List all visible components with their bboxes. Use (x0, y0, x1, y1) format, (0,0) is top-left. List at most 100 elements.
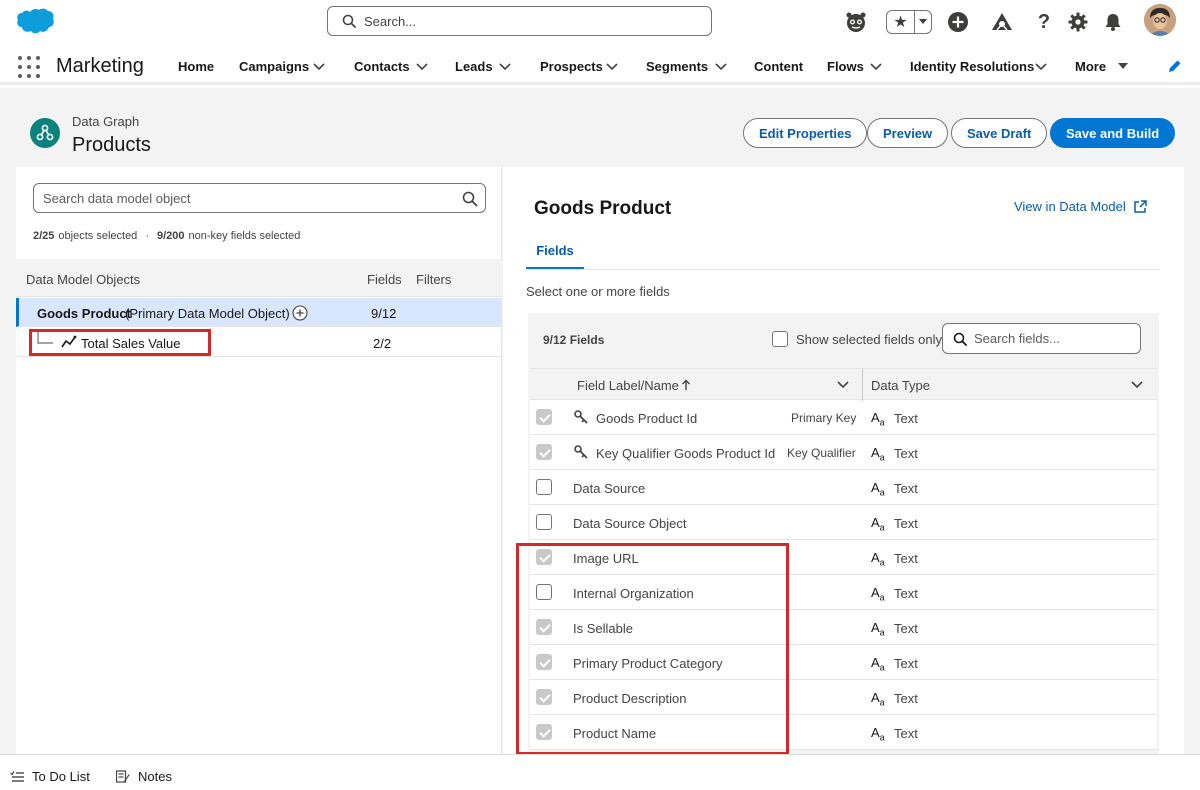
object-row-total-sales-value[interactable]: Total Sales Value 2/2 (16, 328, 502, 357)
sort-ascending-arrow-icon[interactable] (681, 379, 691, 391)
nav-item-contacts[interactable]: Contacts (354, 58, 410, 74)
field-row[interactable]: Primary Product Category Aa Text (530, 645, 1157, 680)
view-in-data-model-label: View in Data Model (1014, 199, 1126, 214)
field-type: Text (894, 621, 918, 636)
field-checkbox[interactable] (536, 549, 552, 565)
global-actions-plus-icon[interactable] (946, 10, 970, 34)
search-icon[interactable] (462, 191, 478, 207)
notes-utility[interactable]: Notes (116, 769, 172, 784)
col-data-type[interactable]: Data Type (871, 378, 930, 393)
salesforce-logo[interactable] (13, 7, 55, 37)
field-type: Text (894, 516, 918, 531)
save-and-build-button[interactable]: Save and Build (1050, 118, 1176, 148)
todo-list-utility[interactable]: To Do List (10, 769, 90, 784)
field-row[interactable]: Internal Organization Aa Text (530, 575, 1157, 610)
todo-list-icon (10, 770, 24, 782)
text-type-icon: Aa (871, 655, 885, 673)
nav-item-more[interactable]: More (1075, 58, 1106, 74)
text-type-icon: Aa (871, 410, 885, 428)
nav-item-segments[interactable]: Segments (646, 58, 708, 74)
app-launcher-icon[interactable] (18, 56, 40, 78)
nav-item-home[interactable]: Home (178, 58, 214, 74)
label-column-chevron-down-icon[interactable] (837, 380, 849, 390)
nav-item-campaigns[interactable]: Campaigns (239, 58, 309, 74)
help-icon[interactable]: ? (1032, 10, 1056, 34)
field-checkbox[interactable] (536, 724, 552, 740)
fields-selected-label: non-key fields selected (188, 230, 301, 242)
object-fields-panel: Goods Product View in Data Model Fields … (503, 167, 1184, 755)
column-separator (862, 369, 863, 401)
field-label: Image URL (573, 551, 639, 566)
field-checkbox[interactable] (536, 479, 552, 495)
objects-selected-count: 2/25 (33, 230, 55, 242)
notifications-bell-icon[interactable] (1101, 10, 1125, 34)
nav-item-prospects[interactable]: Prospects (540, 58, 603, 74)
user-avatar[interactable] (1144, 4, 1176, 36)
preview-button[interactable]: Preview (867, 118, 949, 148)
field-row[interactable]: Goods Product Id Primary Key Aa Text (530, 400, 1157, 435)
segments-chevron-down-icon[interactable] (715, 60, 727, 72)
campaigns-chevron-down-icon[interactable] (313, 60, 325, 72)
col-data-model-objects: Data Model Objects (26, 272, 141, 287)
object-search-input[interactable]: Search data model object (33, 183, 486, 213)
field-checkbox[interactable] (536, 689, 552, 705)
field-type: Text (894, 691, 918, 706)
nav-item-flows[interactable]: Flows (827, 58, 864, 74)
gear-icon[interactable] (1066, 10, 1090, 34)
prospects-chevron-down-icon[interactable] (606, 60, 618, 72)
field-row[interactable]: Product Name Aa Text (530, 715, 1157, 750)
field-checkbox[interactable] (536, 584, 552, 600)
field-row[interactable]: Image URL Aa Text (530, 540, 1157, 575)
field-type: Text (894, 726, 918, 741)
field-row[interactable]: Is Sellable Aa Text (530, 610, 1157, 645)
view-in-data-model-link[interactable]: View in Data Model (1014, 199, 1147, 214)
search-icon (953, 332, 967, 346)
fields-card: 9/12 Fields Show selected fields only Se… (528, 313, 1159, 754)
add-related-object-icon[interactable] (292, 305, 308, 321)
field-checkbox[interactable] (536, 619, 552, 635)
identity-resolutions-chevron-down-icon[interactable] (1035, 60, 1047, 72)
object-name: Total Sales Value (81, 336, 181, 351)
global-search-input[interactable]: Search... (327, 6, 712, 36)
fields-selected-count: 9/200 (156, 230, 185, 242)
key-icon (574, 445, 588, 459)
field-checkbox[interactable] (536, 444, 552, 460)
favorites-dropdown-icon[interactable] (915, 11, 931, 33)
object-fields-count: 9/12 (371, 306, 397, 321)
nav-item-identity-resolutions[interactable]: Identity Resolutions (910, 58, 1034, 74)
nav-item-content[interactable]: Content (754, 58, 803, 74)
object-row-goods-product[interactable]: Goods Product (Primary Data Model Object… (16, 298, 502, 327)
field-type: Text (894, 586, 918, 601)
field-checkbox[interactable] (536, 514, 552, 530)
einstein-icon[interactable] (844, 10, 868, 34)
field-checkbox[interactable] (536, 654, 552, 670)
trailhead-guidance-icon[interactable] (990, 10, 1014, 34)
field-search-input[interactable]: Search fields... (942, 323, 1141, 354)
notes-icon (116, 770, 130, 783)
field-row[interactable]: Product Description Aa Text (530, 680, 1157, 715)
edit-nav-pencil-icon[interactable] (1168, 59, 1182, 73)
summary-separator: · (145, 230, 149, 242)
col-field-label[interactable]: Field Label/Name (577, 378, 679, 393)
tab-fields[interactable]: Fields (526, 233, 584, 269)
show-selected-checkbox[interactable] (772, 331, 788, 347)
favorite-star-icon[interactable]: ★ (887, 11, 915, 33)
more-caret-down-icon[interactable] (1117, 60, 1129, 72)
show-selected-toggle[interactable]: Show selected fields only (772, 331, 942, 347)
field-checkbox[interactable] (536, 409, 552, 425)
leads-chevron-down-icon[interactable] (499, 60, 511, 72)
field-row[interactable]: Data Source Object Aa Text (530, 505, 1157, 540)
flows-chevron-down-icon[interactable] (870, 60, 882, 72)
tab-divider (526, 269, 1159, 270)
contacts-chevron-down-icon[interactable] (416, 60, 428, 72)
object-title: Goods Product (534, 198, 672, 219)
field-row[interactable]: Data Source Aa Text (530, 470, 1157, 505)
page-eyebrow: Data Graph (72, 114, 140, 129)
nav-item-leads[interactable]: Leads (455, 58, 493, 74)
save-draft-button[interactable]: Save Draft (951, 118, 1048, 148)
edit-properties-button[interactable]: Edit Properties (743, 118, 868, 148)
field-label: Internal Organization (573, 586, 694, 601)
type-column-chevron-down-icon[interactable] (1131, 380, 1143, 390)
app-name: Marketing (56, 55, 144, 77)
field-row[interactable]: Key Qualifier Goods Product Id Key Quali… (530, 435, 1157, 470)
